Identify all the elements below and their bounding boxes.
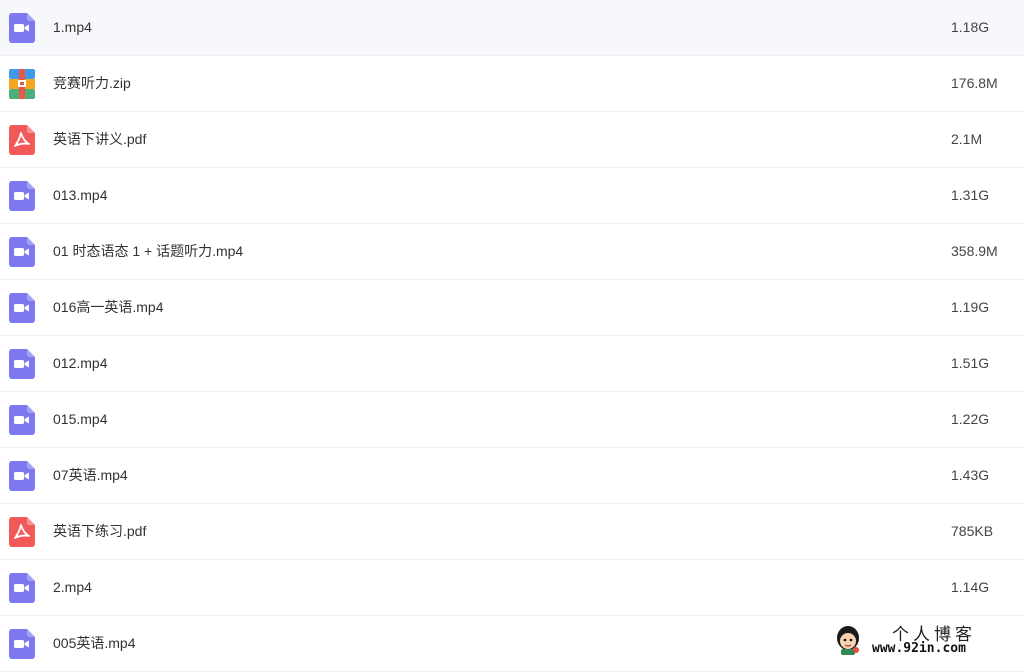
file-size: 1.22G (951, 411, 990, 427)
pdf-file-icon (9, 517, 35, 547)
file-size: 1.31G (951, 187, 990, 203)
file-row-11[interactable]: 2.mp4 1.14G (0, 560, 1024, 616)
file-row-8[interactable]: 015.mp4 1.22G (0, 392, 1024, 448)
watermark: 个人博客 www.92in.com (832, 620, 1022, 660)
file-size: 1.51G (951, 355, 990, 371)
file-name: 1.mp4 (53, 19, 92, 35)
watermark-avatar-icon (834, 624, 862, 656)
file-size: 1.18G (951, 19, 990, 35)
file-size: 1.19G (951, 299, 990, 315)
file-name: 012.mp4 (53, 355, 108, 371)
file-row-2[interactable]: 竞赛听力.zip 176.8M (0, 56, 1024, 112)
file-name: 013.mp4 (53, 187, 108, 203)
file-size: 176.8M (951, 75, 998, 91)
file-row-6[interactable]: 016高一英语.mp4 1.19G (0, 280, 1024, 336)
watermark-url: www.92in.com (872, 641, 966, 656)
file-name: 07英语.mp4 (53, 467, 128, 483)
file-name: 015.mp4 (53, 411, 108, 427)
file-row-5[interactable]: 01 时态语态 1 + 话题听力.mp4 358.9M (0, 224, 1024, 280)
file-size: 1.43G (951, 467, 990, 483)
file-size: 2.1M (951, 131, 983, 147)
file-row-9[interactable]: 07英语.mp4 1.43G (0, 448, 1024, 504)
file-name: 01 时态语态 1 + 话题听力.mp4 (53, 243, 244, 259)
video-file-icon (9, 237, 35, 267)
file-row-1[interactable]: 1.mp4 1.18G (0, 0, 1024, 56)
video-file-icon (9, 573, 35, 603)
file-row-3[interactable]: 英语下讲义.pdf 2.1M (0, 112, 1024, 168)
file-name: 英语下练习.pdf (53, 523, 147, 539)
file-size: 785KB (951, 523, 994, 539)
pdf-file-icon (9, 125, 35, 155)
zip-file-icon (9, 69, 35, 99)
file-name: 016高一英语.mp4 (53, 299, 164, 315)
video-file-icon (9, 349, 35, 379)
video-file-icon (9, 629, 35, 659)
file-list: 1.mp4 1.18G 竞赛听力.zip 176.8M 英语下讲义.pdf 2.… (0, 0, 1024, 672)
file-name: 竞赛听力.zip (53, 75, 131, 91)
file-name: 2.mp4 (53, 579, 92, 595)
file-name: 005英语.mp4 (53, 635, 136, 651)
file-size: 1.14G (951, 579, 990, 595)
video-file-icon (9, 405, 35, 435)
file-row-10[interactable]: 英语下练习.pdf 785KB (0, 504, 1024, 560)
video-file-icon (9, 293, 35, 323)
video-file-icon (9, 13, 35, 43)
file-name: 英语下讲义.pdf (53, 131, 147, 147)
file-row-7[interactable]: 012.mp4 1.51G (0, 336, 1024, 392)
file-size: 358.9M (951, 243, 998, 259)
video-file-icon (9, 181, 35, 211)
file-row-4[interactable]: 013.mp4 1.31G (0, 168, 1024, 224)
video-file-icon (9, 461, 35, 491)
